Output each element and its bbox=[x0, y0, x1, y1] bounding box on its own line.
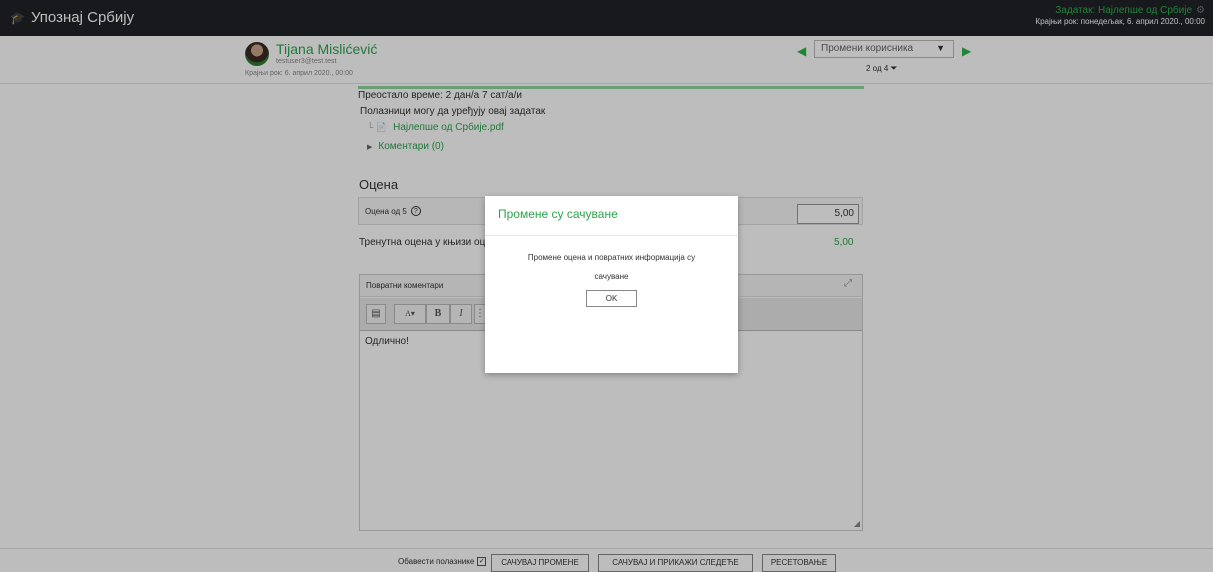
saved-dialog: Промене су сачуване Промене оцена и повр… bbox=[485, 196, 738, 373]
dialog-title: Промене су сачуване bbox=[498, 207, 618, 221]
dialog-message: Промене оцена и повратних информација су… bbox=[527, 253, 696, 281]
ok-button[interactable]: OK bbox=[586, 290, 637, 307]
